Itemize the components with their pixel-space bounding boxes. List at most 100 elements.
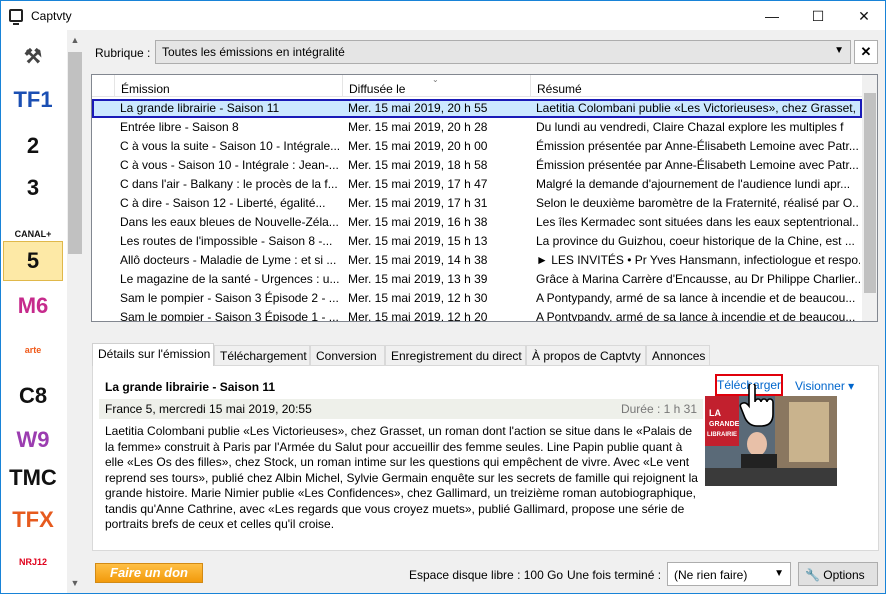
table-row[interactable]: C dans l'air - Balkany : le procès de la…	[92, 175, 862, 194]
table-row[interactable]: Le magazine de la santé - Urgences : u..…	[92, 270, 862, 289]
cell-resume: Du lundi au vendredi, Claire Chazal expl…	[536, 120, 844, 134]
channel-france3-logo: 3	[26, 175, 40, 200]
window-title: Captvty	[31, 9, 72, 23]
cell-date: Mer. 15 mai 2019, 13 h 39	[348, 272, 488, 286]
watch-link[interactable]: Visionner ▾	[795, 379, 854, 393]
cell-resume: ► LES INVITÉS • Pr Yves Hansmann, infect…	[536, 253, 860, 267]
hand-cursor-icon	[739, 384, 774, 427]
wrench-icon: 🔧	[805, 568, 820, 582]
cell-date: Mer. 15 mai 2019, 12 h 20	[348, 310, 488, 322]
sidebar-scrollbar[interactable]: ▲ ▼	[67, 30, 83, 593]
cell-emission: C à vous - Saison 10 - Intégrale : Jean-…	[120, 158, 339, 172]
table-row[interactable]: Les routes de l'impossible - Saison 8 -.…	[92, 232, 862, 251]
footer-bar: Faire un don Espace disque libre : 100 G…	[83, 555, 883, 593]
after-done-select[interactable]: (Ne rien faire) ▼	[667, 562, 791, 586]
cell-emission: La grande librairie - Saison 11	[120, 101, 280, 115]
channel-tools-logo: ⚒	[24, 45, 42, 68]
tab-5[interactable]: Annonces	[646, 345, 710, 365]
channel-tfx-logo: TFX	[12, 507, 54, 532]
channel-france5-logo: 5	[26, 248, 40, 273]
app-tv-icon	[9, 9, 23, 25]
cell-date: Mer. 15 mai 2019, 17 h 31	[348, 196, 488, 210]
channel-france3[interactable]: 3	[3, 168, 63, 208]
table-row[interactable]: Sam le pompier - Saison 3 Épisode 2 - ..…	[92, 289, 862, 308]
channel-tfx[interactable]: TFX	[3, 500, 63, 540]
col-emission[interactable]: Émission	[114, 75, 342, 97]
chevron-down-icon: ▼	[774, 568, 784, 579]
scroll-up-icon[interactable]: ▲	[67, 32, 83, 48]
channel-w9[interactable]: W9	[3, 420, 63, 460]
col-resume[interactable]: Résumé	[530, 75, 862, 97]
table-row[interactable]: Dans les eaux bleues de Nouvelle-Zéla...…	[92, 213, 862, 232]
cell-date: Mer. 15 mai 2019, 18 h 58	[348, 158, 488, 172]
channel-w9-logo: W9	[16, 427, 50, 452]
channel-nrj12[interactable]: NRJ12	[3, 542, 63, 582]
table-row[interactable]: Sam le pompier - Saison 3 Épisode 1 - ..…	[92, 308, 862, 322]
cell-emission: Sam le pompier - Saison 3 Épisode 1 - ..…	[120, 310, 339, 322]
channel-tmc[interactable]: TMC	[3, 458, 63, 498]
channel-france5[interactable]: 5	[3, 241, 63, 281]
cell-date: Mer. 15 mai 2019, 17 h 47	[348, 177, 488, 191]
clear-rubrique-button[interactable]: ✕	[854, 40, 878, 64]
detail-meta-bar: France 5, mercredi 15 mai 2019, 20:55 Du…	[99, 399, 703, 419]
cell-emission: Entrée libre - Saison 8	[120, 120, 239, 134]
cell-date: Mer. 15 mai 2019, 20 h 00	[348, 139, 488, 153]
channel-c8[interactable]: C8	[3, 376, 63, 416]
tab-3[interactable]: Enregistrement du direct	[385, 345, 526, 365]
disk-space: Espace disque libre : 100 Go	[409, 568, 564, 582]
title-bar: Captvty — ☐ ✕	[0, 0, 886, 30]
table-row[interactable]: C à vous - Saison 10 - Intégrale : Jean-…	[92, 156, 862, 175]
channel-tf1[interactable]: TF1	[3, 80, 63, 120]
cell-resume: Émission présentée par Anne-Élisabeth Le…	[536, 139, 859, 153]
tab-2[interactable]: Conversion	[310, 345, 385, 365]
emission-list: Émission Diffusée le ⌄ Résumé La grande …	[91, 74, 878, 322]
rubrique-select[interactable]: Toutes les émissions en intégralité ▼	[155, 40, 851, 64]
tab-1[interactable]: Téléchargement	[214, 345, 310, 365]
tab-0[interactable]: Détails sur l'émission	[92, 343, 214, 366]
scrollbar-thumb[interactable]	[68, 52, 82, 254]
table-row[interactable]: C à dire - Saison 12 - Liberté, égalité.…	[92, 194, 862, 213]
table-row[interactable]: Allô docteurs - Maladie de Lyme : et si …	[92, 251, 862, 270]
scroll-down-icon[interactable]: ▼	[67, 575, 83, 591]
maximize-button[interactable]: ☐	[795, 1, 841, 31]
options-label: Options	[823, 568, 865, 582]
cell-emission: C à vous la suite - Saison 10 - Intégral…	[120, 139, 340, 153]
cell-emission: Les routes de l'impossible - Saison 8 -.…	[120, 234, 333, 248]
minimize-button[interactable]: —	[749, 1, 795, 31]
table-row[interactable]: C à vous la suite - Saison 10 - Intégral…	[92, 137, 862, 156]
channel-tools[interactable]: ⚒	[3, 36, 63, 76]
close-button[interactable]: ✕	[841, 1, 886, 31]
table-row[interactable]: Entrée libre - Saison 8 Mer. 15 mai 2019,…	[92, 118, 862, 137]
list-scrollbar-thumb[interactable]	[864, 93, 876, 293]
list-scrollbar[interactable]	[862, 75, 877, 321]
cell-resume: Émission présentée par Anne-Élisabeth Le…	[536, 158, 859, 172]
cell-resume: Grâce à Marina Carrère d'Encausse, au Dr…	[536, 272, 860, 286]
table-row[interactable]: La grande librairie - Saison 11 Mer. 15 m…	[92, 99, 862, 118]
cell-date: Mer. 15 mai 2019, 14 h 38	[348, 253, 488, 267]
cell-resume: Malgré la demande d'ajournement de l'aud…	[536, 177, 851, 191]
cell-date: Mer. 15 mai 2019, 16 h 38	[348, 215, 488, 229]
cell-resume: Les îles Kermadec sont situées dans les …	[536, 215, 860, 229]
detail-meta: France 5, mercredi 15 mai 2019, 20:55	[105, 402, 312, 416]
cell-resume: La province du Guizhou, coeur historique…	[536, 234, 855, 248]
channel-m6[interactable]: M6	[3, 286, 63, 326]
channel-arte-logo: arte	[24, 345, 42, 355]
tab-4[interactable]: À propos de Captvty	[526, 345, 646, 365]
cell-date: Mer. 15 mai 2019, 15 h 13	[348, 234, 488, 248]
cell-resume: Laetitia Colombani publie «Les Victorieu…	[536, 101, 860, 115]
options-button[interactable]: 🔧 Options	[798, 562, 878, 586]
svg-text:GRANDE: GRANDE	[709, 421, 740, 428]
channel-france2[interactable]: 2	[3, 126, 63, 166]
main-frame: ⚒ TF1 2 3 CANAL+ 5 M6 arte C8 W9 TMC TFX NRJ12 ▲ ▼ R…	[0, 30, 886, 594]
channel-canalplus-logo: CANAL+	[14, 229, 52, 239]
cell-emission: Le magazine de la santé - Urgences : u..…	[120, 272, 340, 286]
after-done-value: (Ne rien faire)	[674, 568, 748, 582]
donate-button[interactable]: Faire un don	[95, 563, 203, 583]
channel-arte[interactable]: arte	[3, 330, 63, 370]
cell-emission: Allô docteurs - Maladie de Lyme : et si …	[120, 253, 337, 267]
cell-date: Mer. 15 mai 2019, 20 h 28	[348, 120, 488, 134]
channel-france2-logo: 2	[26, 133, 40, 158]
cell-emission: Dans les eaux bleues de Nouvelle-Zéla...	[120, 215, 339, 229]
channel-nrj12-logo: NRJ12	[18, 557, 47, 567]
svg-text:LIBRAIRIE: LIBRAIRIE	[707, 432, 737, 438]
